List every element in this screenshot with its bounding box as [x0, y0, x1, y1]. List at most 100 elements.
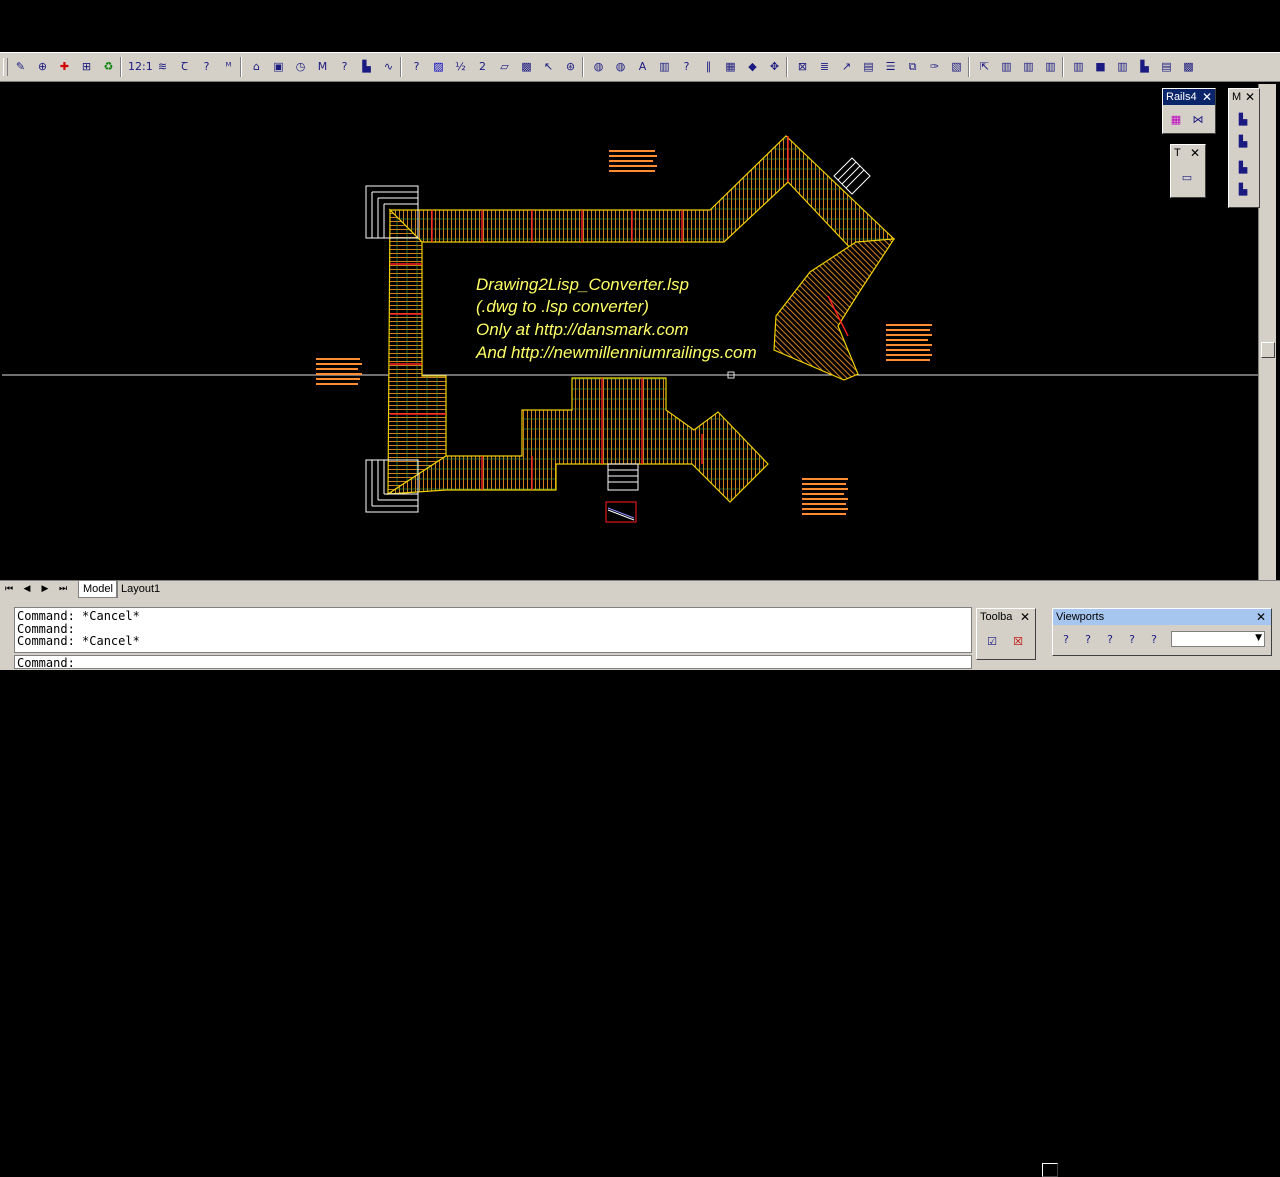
chevron-down-icon[interactable]: ▼	[1255, 633, 1262, 643]
fence-icon[interactable]: ▥	[1114, 58, 1131, 75]
open-icon[interactable]: ⇱	[976, 58, 993, 75]
close-icon[interactable]: ✕	[1255, 611, 1267, 623]
block-icon[interactable]: ▣	[270, 58, 287, 75]
plot-icon[interactable]: ▤	[860, 58, 877, 75]
help-icon[interactable]: ?	[678, 58, 695, 75]
close-icon[interactable]: ✕	[1189, 147, 1201, 159]
pencil-icon[interactable]: ✎	[12, 58, 29, 75]
first-tab-icon[interactable]: ⏮	[2, 582, 16, 596]
grid-icon[interactable]: ▦	[722, 58, 739, 75]
command-history-line: Command: *Cancel*	[17, 609, 140, 623]
prev-tab-icon[interactable]: ◀	[20, 582, 34, 596]
fence-icon[interactable]: ▥	[1020, 58, 1037, 75]
rail-icon[interactable]: ▥	[1042, 58, 1059, 75]
deck-railing-top	[388, 135, 896, 255]
horizontal-scrollbar[interactable]: ◂ ▸	[832, 1163, 1260, 1177]
vertical-scrollbar[interactable]	[1258, 84, 1276, 580]
window-icon[interactable]: ▭	[1178, 169, 1196, 187]
stairs-icon[interactable]: ▙	[358, 58, 375, 75]
help-icon[interactable]: ?	[1145, 631, 1163, 649]
next-tab-icon[interactable]: ▶	[38, 582, 52, 596]
stairs-icon[interactable]: ▙	[1136, 58, 1153, 75]
toolbar-grip[interactable]	[3, 58, 8, 76]
last-tab-icon[interactable]: ⏭	[56, 582, 70, 596]
post-icon[interactable]: ∥	[700, 58, 717, 75]
command-input[interactable]: Command:	[14, 655, 972, 669]
move-icon[interactable]: ✥	[766, 58, 783, 75]
image-icon[interactable]: ▩	[1180, 58, 1197, 75]
pen-icon[interactable]: ✑	[926, 58, 943, 75]
diamond-icon[interactable]: ◆	[744, 58, 761, 75]
clock-icon[interactable]: ◷	[292, 58, 309, 75]
image-icon[interactable]: ▩	[518, 58, 535, 75]
stairs-icon[interactable]: ▙	[1234, 133, 1252, 151]
hatch-icon[interactable]: ▨	[430, 58, 447, 75]
rail-icon[interactable]: ▥	[656, 58, 673, 75]
converter-annotation: Drawing2Lisp_Converter.lsp (.dwg to .lsp…	[475, 275, 757, 362]
cursor-icon[interactable]: ↖	[540, 58, 557, 75]
sphere-icon[interactable]: ◍	[612, 58, 629, 75]
text-style-icon[interactable]: Ꞇ	[176, 58, 193, 75]
folder-icon[interactable]: ▱	[496, 58, 513, 75]
tab-model[interactable]: Model	[78, 581, 118, 598]
scroll-left-icon[interactable]: ◂	[836, 1162, 850, 1176]
orbit-icon[interactable]: ⊛	[562, 58, 579, 75]
horizontal-scroll-thumb[interactable]	[1042, 1163, 1058, 1177]
close-icon[interactable]: ✕	[1201, 91, 1213, 103]
scroll-right-icon[interactable]: ▸	[1242, 1162, 1256, 1176]
arrow-icon[interactable]: ↗	[838, 58, 855, 75]
cross-icon[interactable]: ✚	[56, 58, 73, 75]
text-toolbar-panel: T ✕ ▭	[1170, 144, 1206, 198]
dimension-icon[interactable]: ⊞	[78, 58, 95, 75]
font-icon[interactable]: A	[634, 58, 651, 75]
lock-icon[interactable]: ⌂	[248, 58, 265, 75]
deck-railing-left	[387, 208, 447, 496]
stairs-icon[interactable]: ▙	[1234, 159, 1252, 177]
layers-icon[interactable]: ≋	[154, 58, 171, 75]
tab-layout1[interactable]: Layout1	[116, 581, 164, 597]
rail-icon[interactable]: ▦	[1167, 111, 1185, 129]
help-icon[interactable]: ?	[408, 58, 425, 75]
help-icon[interactable]: ?	[1123, 631, 1141, 649]
stack-icon[interactable]: ■	[1092, 58, 1109, 75]
fence-icon[interactable]: ▥	[998, 58, 1015, 75]
sphere-icon[interactable]: ◍	[590, 58, 607, 75]
close-icon[interactable]: ✕	[1019, 611, 1031, 623]
help-icon[interactable]: ?	[198, 58, 215, 75]
cancel-icon[interactable]: ☒	[1009, 633, 1027, 651]
split-icon[interactable]: ⋈	[1189, 111, 1207, 129]
close-icon[interactable]: ✕	[1244, 91, 1256, 103]
check-icon[interactable]: ☑	[983, 633, 1001, 651]
toolbar-separator	[1062, 57, 1064, 77]
drawing-canvas[interactable]: Drawing2Lisp_Converter.lsp (.dwg to .lsp…	[2, 84, 1258, 580]
vertical-scroll-thumb[interactable]	[1261, 342, 1275, 358]
stair-section-detail	[605, 501, 637, 523]
help-icon[interactable]: ?	[1101, 631, 1119, 649]
stairs-icon[interactable]: ▙	[1234, 181, 1252, 199]
help-icon[interactable]: ?	[1057, 631, 1075, 649]
zoom-icon[interactable]: ⊠	[794, 58, 811, 75]
toolbar-separator	[582, 57, 584, 77]
ratio-label[interactable]: 12:1	[128, 58, 153, 75]
help-icon[interactable]: ?	[336, 58, 353, 75]
multitext-icon[interactable]: ᴹ	[220, 58, 237, 75]
list-icon[interactable]: ☰	[882, 58, 899, 75]
stairs-icon[interactable]: ▙	[1234, 111, 1252, 129]
layer-icon[interactable]: ≣	[816, 58, 833, 75]
recycle-icon[interactable]: ♻	[100, 58, 117, 75]
plot-icon[interactable]: ▤	[1158, 58, 1175, 75]
fraction-label[interactable]: ½	[452, 58, 469, 75]
multiline-icon[interactable]: M	[314, 58, 331, 75]
number-label[interactable]: 2	[474, 58, 491, 75]
viewports-title[interactable]: Viewports	[1053, 609, 1271, 625]
rail-icon[interactable]: ▥	[1070, 58, 1087, 75]
copy-icon[interactable]: ⧉	[904, 58, 921, 75]
picture-icon[interactable]: ▧	[948, 58, 965, 75]
screen-bottom	[0, 670, 1280, 720]
spline-icon[interactable]: ∿	[380, 58, 397, 75]
help-icon[interactable]: ?	[1079, 631, 1097, 649]
annotation-line-1: Drawing2Lisp_Converter.lsp	[476, 275, 689, 294]
target-icon[interactable]: ⊕	[34, 58, 51, 75]
toolbar-separator	[400, 57, 402, 77]
viewport-scale-select[interactable]: ▼	[1171, 631, 1265, 647]
